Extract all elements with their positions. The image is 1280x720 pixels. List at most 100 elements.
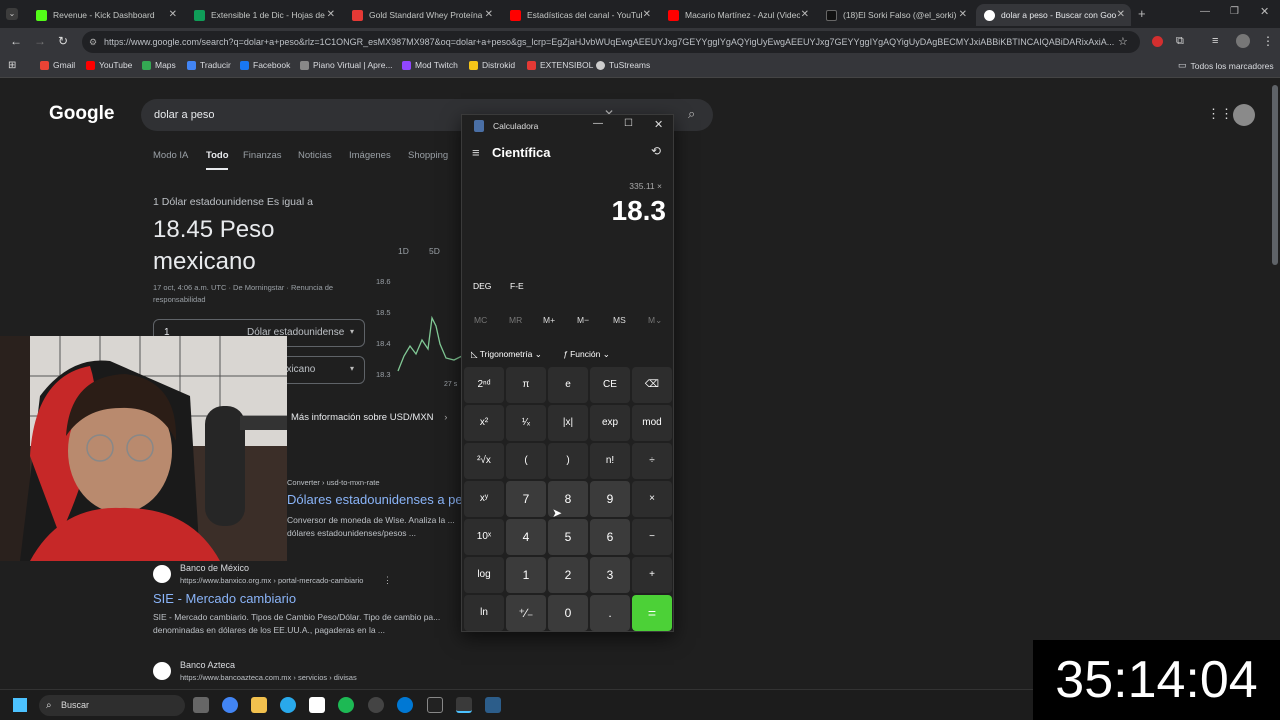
- bookmark-mod-twitch[interactable]: Mod Twitch: [402, 60, 458, 70]
- calculator-window[interactable]: Calculadora — ☐ ✕ ≡ Científica ⟲ 335.11 …: [461, 114, 674, 632]
- extension-icon[interactable]: [1152, 36, 1163, 47]
- memory-subtract-button[interactable]: M−: [577, 315, 589, 325]
- trigonometry-dropdown[interactable]: ◺ Trigonometría ⌄: [471, 349, 542, 360]
- edge-icon[interactable]: [397, 697, 413, 713]
- add-button[interactable]: +: [632, 557, 672, 593]
- close-icon[interactable]: ✕: [801, 9, 809, 20]
- log-button[interactable]: log: [464, 557, 504, 593]
- digit-6-button[interactable]: 6: [590, 519, 630, 555]
- bookmark-youtube[interactable]: YouTube: [86, 60, 132, 70]
- ln-button[interactable]: ln: [464, 595, 504, 631]
- reload-icon[interactable]: ↻: [58, 34, 68, 48]
- windows-start-icon[interactable]: [13, 698, 27, 712]
- exp-button[interactable]: exp: [590, 405, 630, 441]
- power-button[interactable]: xʸ: [464, 481, 504, 517]
- range-5d[interactable]: 5D: [429, 246, 440, 256]
- more-info-link[interactable]: Más información sobre USD/MXN ›: [291, 412, 447, 423]
- tab-tiktok[interactable]: (18)El Sorki Falso (@el_sorki) | TikTok …: [818, 4, 973, 26]
- tab-images[interactable]: Imágenes: [349, 150, 391, 161]
- close-paren-button[interactable]: ): [548, 443, 588, 479]
- digit-4-button[interactable]: 4: [506, 519, 546, 555]
- tab-all[interactable]: Todo: [206, 150, 229, 161]
- epic-games-icon[interactable]: [427, 697, 443, 713]
- mod-button[interactable]: mod: [632, 405, 672, 441]
- profile-avatar[interactable]: [1236, 34, 1250, 48]
- tab-news[interactable]: Noticias: [298, 150, 332, 161]
- bookmark-maps[interactable]: Maps: [142, 60, 176, 70]
- taskbar-search-box[interactable]: ⌕ Buscar: [39, 695, 185, 716]
- tab-youtube-studio[interactable]: Estadísticas del canal - YouTube ✕: [502, 4, 657, 26]
- memory-clear-button[interactable]: MC: [474, 315, 487, 325]
- decimal-button[interactable]: .: [590, 595, 630, 631]
- memory-add-button[interactable]: M+: [543, 315, 555, 325]
- negate-button[interactable]: ⁺∕₋: [506, 595, 546, 631]
- factorial-button[interactable]: n!: [590, 443, 630, 479]
- close-icon[interactable]: ✕: [327, 9, 335, 20]
- telegram-icon[interactable]: [280, 697, 296, 713]
- capcut-icon[interactable]: [309, 697, 325, 713]
- close-icon[interactable]: ✕: [959, 9, 967, 20]
- close-icon[interactable]: ✕: [643, 9, 651, 20]
- close-icon[interactable]: ✕: [169, 9, 177, 20]
- bookmark-tustreams[interactable]: TuStreams: [596, 60, 650, 70]
- site-info-icon[interactable]: ⚙: [89, 31, 97, 53]
- history-icon[interactable]: ⟲: [651, 144, 661, 158]
- bookmark-facebook[interactable]: Facebook: [240, 60, 290, 70]
- digit-5-button[interactable]: 5: [548, 519, 588, 555]
- bookmark-distrokid[interactable]: Distrokid: [469, 60, 515, 70]
- fe-toggle[interactable]: F-E: [510, 281, 524, 291]
- app-taskbar-icon[interactable]: [485, 697, 501, 713]
- tab-sheets[interactable]: Extensible 1 de Dic - Hojas de cálculo ✕: [186, 4, 341, 26]
- tab-youtube-video[interactable]: Macario Martínez - Azul (Video) ✕: [660, 4, 815, 26]
- deg-toggle[interactable]: DEG: [473, 281, 491, 291]
- search-icon[interactable]: ⌕: [688, 106, 695, 122]
- square-root-button[interactable]: ²√x: [464, 443, 504, 479]
- tab-kick[interactable]: Revenue - Kick Dashboard ✕: [28, 4, 183, 26]
- account-avatar[interactable]: [1233, 104, 1255, 126]
- subtract-button[interactable]: −: [632, 519, 672, 555]
- chrome-icon[interactable]: [222, 697, 238, 713]
- equals-button[interactable]: =: [632, 595, 672, 631]
- digit-0-button[interactable]: 0: [548, 595, 588, 631]
- obs-icon[interactable]: [368, 697, 384, 713]
- bookmark-translate[interactable]: Traducir: [187, 60, 231, 70]
- bookmark-extensibol[interactable]: EXTENSIBOL: [527, 60, 593, 70]
- tab-search-button[interactable]: ⌄: [6, 8, 18, 20]
- new-tab-button[interactable]: +: [1138, 6, 1146, 21]
- close-icon[interactable]: ✕: [1117, 9, 1125, 20]
- menu-kebab-icon[interactable]: ⋮: [1262, 34, 1274, 48]
- digit-7-button[interactable]: 7: [506, 481, 546, 517]
- back-icon[interactable]: ←: [10, 34, 22, 48]
- tab-shopping[interactable]: Shopping: [408, 150, 448, 161]
- digit-9-button[interactable]: 9: [590, 481, 630, 517]
- maximize-icon[interactable]: ❐: [1230, 6, 1239, 17]
- google-apps-icon[interactable]: ⋮⋮: [1207, 106, 1233, 122]
- open-paren-button[interactable]: (: [506, 443, 546, 479]
- address-bar[interactable]: ⚙ https://www.google.com/search?q=dolar+…: [82, 31, 1140, 53]
- absolute-button[interactable]: |x|: [548, 405, 588, 441]
- close-icon[interactable]: ✕: [485, 9, 493, 20]
- google-logo[interactable]: Google: [49, 103, 114, 125]
- digit-2-button[interactable]: 2: [548, 557, 588, 593]
- tab-protein[interactable]: Gold Standard Whey Proteína ✕: [344, 4, 499, 26]
- all-bookmarks-folder[interactable]: ▭ Todos los marcadores: [1178, 60, 1274, 71]
- minimize-icon[interactable]: —: [1200, 6, 1210, 17]
- hamburger-menu-icon[interactable]: ≡: [472, 145, 480, 160]
- memory-store-button[interactable]: MS: [613, 315, 626, 325]
- range-1d[interactable]: 1D: [398, 246, 409, 256]
- page-scrollbar[interactable]: [1272, 85, 1278, 265]
- tab-google-search[interactable]: dolar a peso - Buscar con Google ✕: [976, 4, 1131, 26]
- result-options-icon[interactable]: ⋮: [383, 575, 392, 586]
- close-icon[interactable]: ✕: [654, 118, 663, 131]
- task-view-icon[interactable]: [193, 697, 209, 713]
- tab-ai-mode[interactable]: Modo IA: [153, 150, 188, 161]
- apps-grid-icon[interactable]: ⊞: [8, 60, 16, 71]
- result-title-link[interactable]: SIE - Mercado cambiario: [153, 591, 296, 606]
- star-icon[interactable]: ☆: [1118, 35, 1128, 48]
- square-button[interactable]: x²: [464, 405, 504, 441]
- digit-1-button[interactable]: 1: [506, 557, 546, 593]
- digit-3-button[interactable]: 3: [590, 557, 630, 593]
- bookmark-gmail[interactable]: Gmail: [40, 60, 75, 70]
- media-control-icon[interactable]: ≡: [1212, 35, 1218, 47]
- second-function-button[interactable]: 2ⁿᵈ: [464, 367, 504, 403]
